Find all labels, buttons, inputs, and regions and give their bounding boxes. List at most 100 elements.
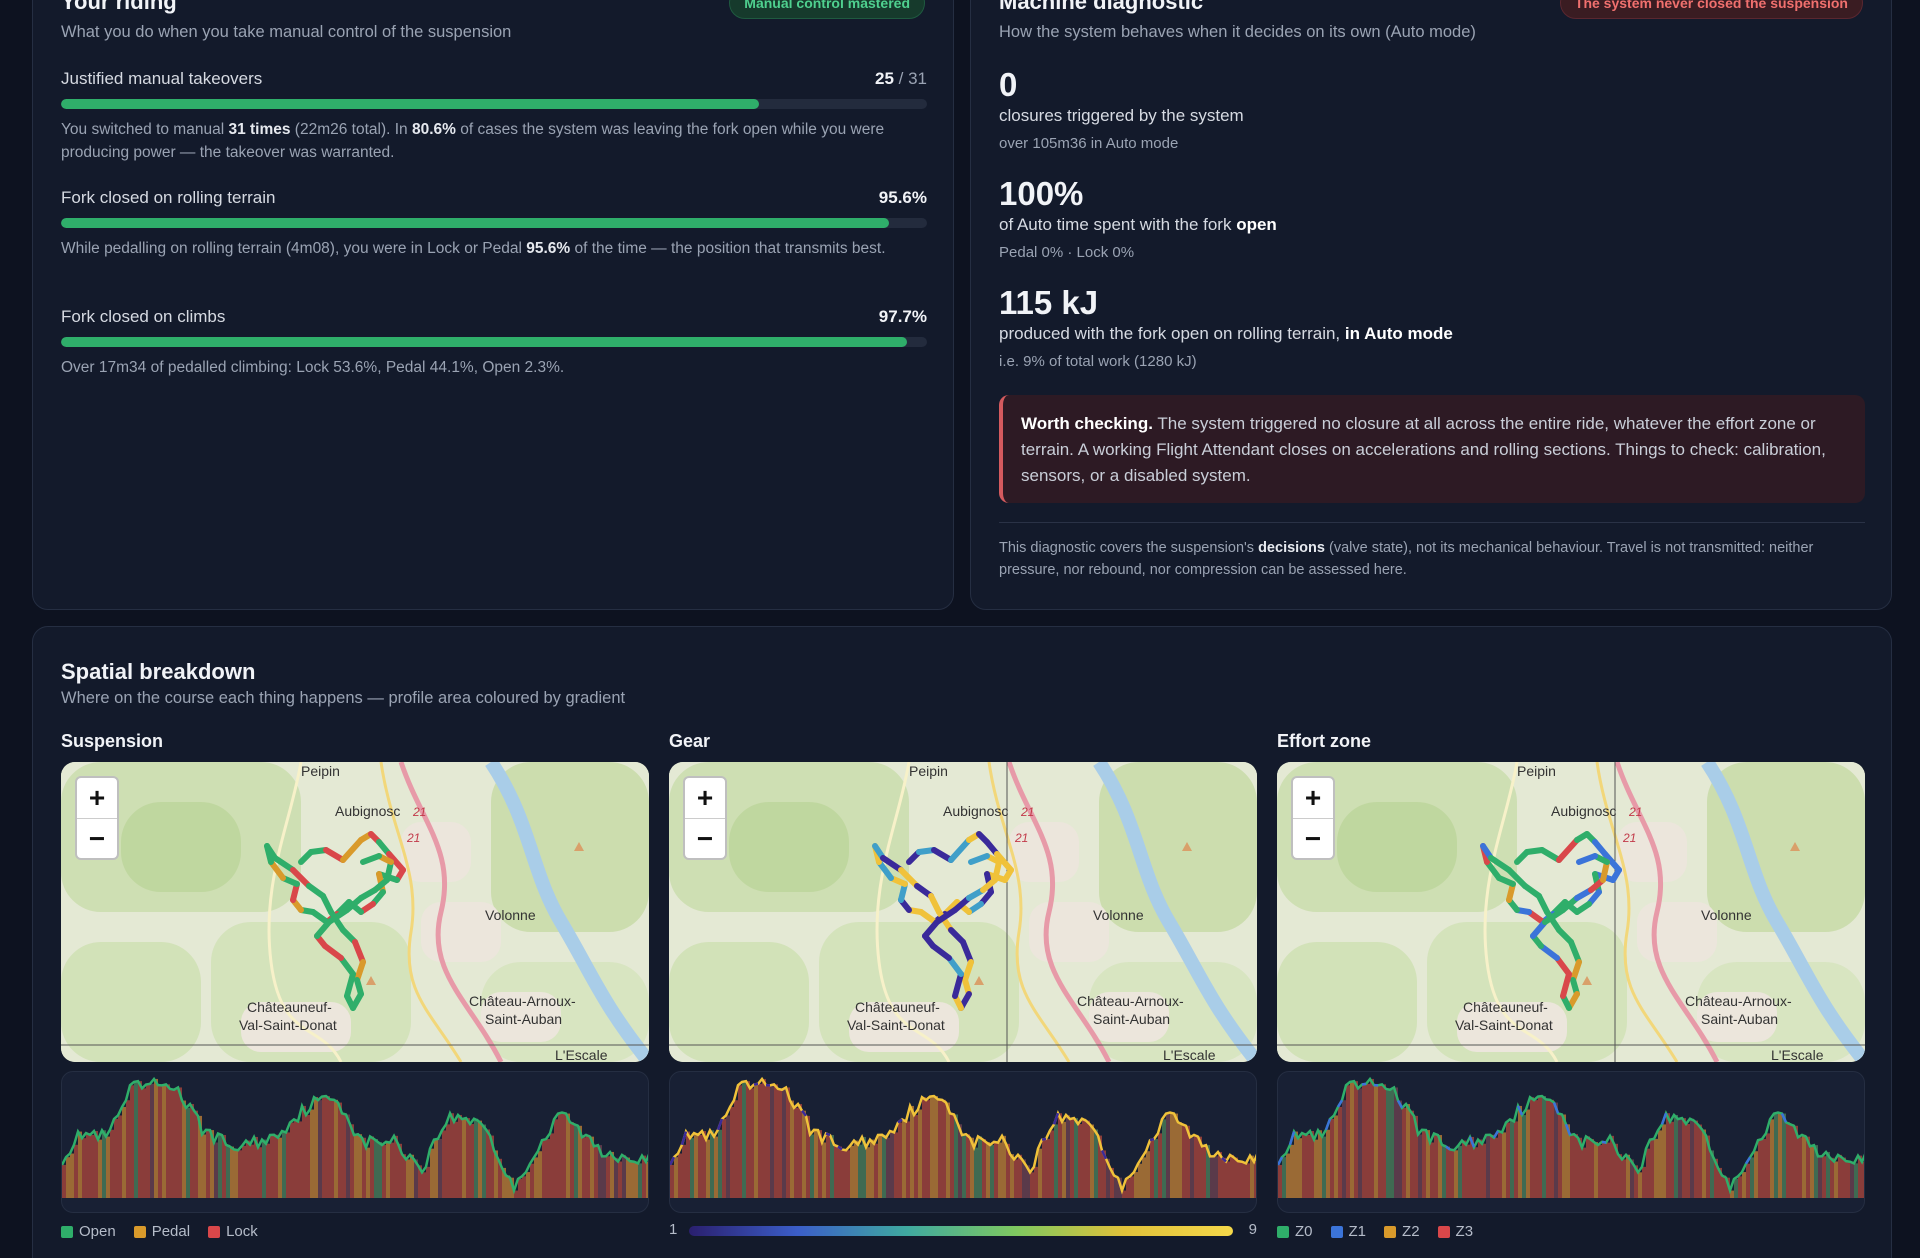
zoom-in-button[interactable]: + [1293, 778, 1333, 818]
profile-bar [310, 1109, 314, 1198]
profile-bar [1322, 1136, 1326, 1198]
map-forest-area [61, 942, 201, 1062]
profile-bar [174, 1089, 178, 1198]
profile-bar [1550, 1099, 1554, 1198]
legend-item-lock: Lock [208, 1223, 258, 1240]
profile-outline-segment [1052, 1112, 1060, 1125]
profile-bar [278, 1137, 282, 1198]
map-label-escale: L'Escale [1771, 1047, 1824, 1062]
profile-bar [1770, 1119, 1774, 1198]
profile-bar [1126, 1178, 1130, 1198]
profile-bar [870, 1139, 874, 1198]
stat-text: closures triggered by the system [999, 106, 1244, 125]
map-label-chateauneuf: Val-Saint-Donat [239, 1017, 337, 1033]
zoom-in-button[interactable]: + [77, 778, 117, 818]
map-label-chateauneuf: Châteauneuf- [855, 999, 940, 1015]
profile-bar [1782, 1113, 1786, 1198]
elevation-profile-effort[interactable] [1277, 1071, 1865, 1213]
map-forest-area [669, 942, 809, 1062]
profile-bar [426, 1166, 430, 1198]
profile-bar [1834, 1161, 1838, 1198]
profile-bar [1362, 1084, 1366, 1198]
profile-bar [1238, 1161, 1242, 1198]
map-label-road-21: 21 [1622, 831, 1636, 845]
machine-status-badge: The system never closed the suspension [1559, 0, 1863, 19]
profile-bar [630, 1161, 634, 1198]
profile-bar [1402, 1107, 1406, 1198]
profile-bar [1766, 1133, 1770, 1198]
profile-bar [986, 1142, 990, 1198]
legend-item-pedal: Pedal [133, 1223, 190, 1240]
profile-bar [1590, 1139, 1594, 1198]
zoom-in-button[interactable]: + [685, 778, 725, 818]
profile-bar [1798, 1137, 1802, 1198]
map-label-peipin: Peipin [1517, 763, 1556, 779]
profile-bar [1598, 1145, 1602, 1198]
profile-bar [1538, 1096, 1542, 1198]
profile-bar [686, 1131, 690, 1198]
profile-bar [1370, 1078, 1374, 1198]
profile-bar [1502, 1132, 1506, 1198]
profile-bar [890, 1130, 894, 1198]
map-label-road-21: 21 [406, 831, 420, 845]
profile-bar [70, 1153, 74, 1198]
profile-bar [1174, 1113, 1178, 1198]
map-label-aubignosc: Aubignosc [943, 803, 1008, 819]
profile-bar [298, 1121, 302, 1198]
profile-bar [1326, 1129, 1330, 1198]
profile-bar [1678, 1119, 1682, 1198]
zoom-out-button[interactable]: − [685, 818, 725, 858]
profile-bar [178, 1087, 182, 1198]
profile-bar [810, 1134, 814, 1198]
map-canvas: Peipin Aubignosc 21 21 Volonne Châteauneuf- Va… [61, 762, 649, 1062]
profile-bar [474, 1118, 478, 1198]
profile-bar [634, 1161, 638, 1198]
profile-bar [826, 1133, 830, 1198]
profile-bar [1526, 1109, 1530, 1198]
profile-bar [1846, 1161, 1850, 1198]
profile-bar [522, 1176, 526, 1198]
stat-closures: 0 closures triggered by the system over … [999, 67, 1865, 153]
profile-bar [1298, 1138, 1302, 1198]
profile-bar [974, 1147, 978, 1198]
profile-bar [1346, 1085, 1350, 1198]
map-label-road-21: 21 [1020, 805, 1034, 819]
profile-bar [786, 1087, 790, 1198]
profile-bar [798, 1104, 802, 1198]
map-gear[interactable]: Peipin Aubignosc 21 21 Volonne Châteauneuf- Va… [669, 762, 1257, 1062]
zoom-out-button[interactable]: − [77, 818, 117, 858]
profile-bar [1490, 1134, 1494, 1198]
profile-bar [1626, 1154, 1630, 1198]
profile-bar [602, 1156, 606, 1198]
profile-bar [1306, 1134, 1310, 1198]
profile-outline-segment [1361, 1082, 1367, 1086]
profile-bar [1358, 1088, 1362, 1198]
elevation-profile-gear[interactable] [669, 1071, 1257, 1213]
map-suspension[interactable]: Peipin Aubignosc 21 21 Volonne Châteauneuf- Va… [61, 762, 649, 1062]
profile-outline-segment [1149, 1137, 1155, 1142]
metric-label: Fork closed on rolling terrain [61, 188, 276, 207]
profile-bar [1290, 1144, 1294, 1198]
profile-bar [182, 1100, 186, 1198]
profile-bar [850, 1145, 854, 1198]
profile-bar [422, 1172, 426, 1198]
profile-bar [306, 1115, 310, 1198]
profile-outline-segment [1278, 1156, 1284, 1166]
profile-bar [802, 1110, 806, 1198]
map-canvas: Peipin Aubignosc 21 21 Volonne Châteauneuf- Va… [669, 762, 1257, 1062]
profile-bar [866, 1147, 870, 1198]
map-effort[interactable]: Peipin Aubignosc 21 21 Volonne Châteauneuf- Va… [1277, 762, 1865, 1062]
profile-bar [1482, 1143, 1486, 1198]
profile-bar [922, 1097, 926, 1198]
profile-bar [1342, 1100, 1346, 1198]
legend-swatch [61, 1225, 73, 1238]
profile-bar [114, 1118, 118, 1198]
zoom-control: + − [75, 776, 119, 860]
profile-bar [1038, 1148, 1042, 1198]
metric-description: You switched to manual 31 times (22m26 t… [61, 121, 885, 161]
column-title-gear: Gear [669, 731, 711, 751]
profile-bar [822, 1142, 826, 1198]
elevation-profile-suspension[interactable] [61, 1071, 649, 1213]
profile-bar [1658, 1130, 1662, 1198]
zoom-out-button[interactable]: − [1293, 818, 1333, 858]
